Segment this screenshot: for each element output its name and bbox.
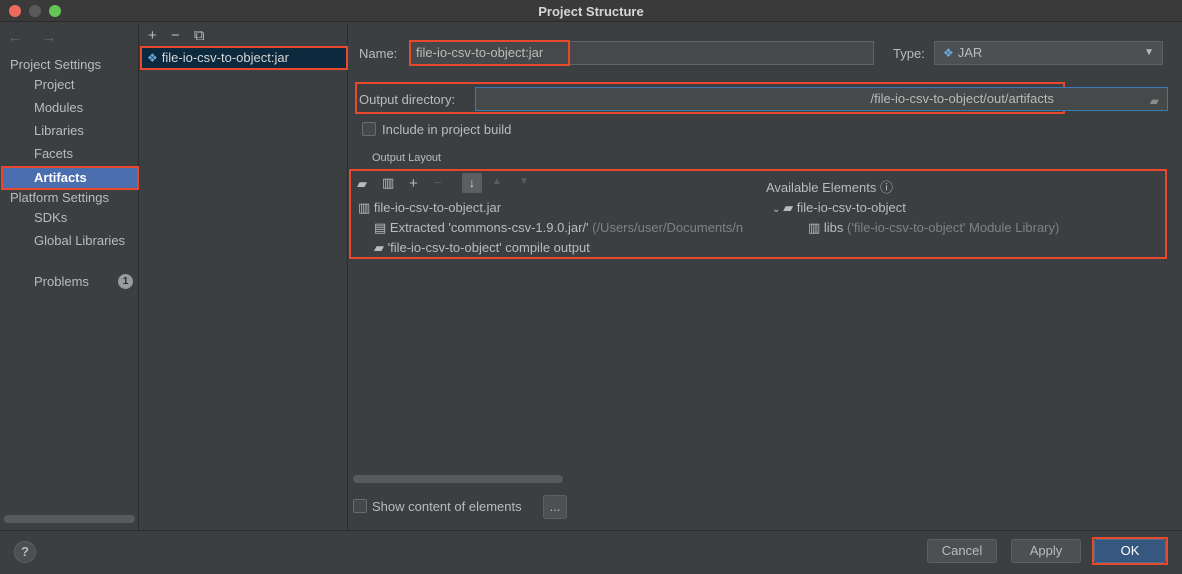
jar-artifact-icon: ❖ — [147, 51, 158, 65]
output-tree-item[interactable]: ▰ 'file-io-csv-to-object' compile output — [374, 240, 590, 256]
remove-artifact-button[interactable]: − — [171, 27, 180, 44]
available-tree-item-detail: ('file-io-csv-to-object' Module Library) — [843, 220, 1060, 235]
move-down-icon[interactable]: ▼ — [519, 176, 529, 187]
chevron-down-icon: ▼ — [1144, 47, 1154, 58]
ok-highlight — [1092, 537, 1168, 565]
available-tree-root-label: file-io-csv-to-object — [796, 200, 906, 215]
module-output-icon: ▰ — [374, 240, 388, 255]
cancel-button[interactable]: Cancel — [927, 539, 997, 563]
available-tree-root[interactable]: ⌄ ▰ file-io-csv-to-object — [772, 200, 906, 216]
output-layout-label: Output Layout — [372, 152, 442, 164]
output-tree-root[interactable]: ▥ file-io-csv-to-object.jar — [358, 200, 501, 216]
type-select[interactable]: ❖ JAR ▼ — [934, 41, 1163, 65]
sidebar-item-global-libraries[interactable]: Global Libraries — [34, 231, 125, 251]
name-label: Name: — [359, 46, 398, 61]
chevron-down-icon[interactable]: ⌄ — [772, 204, 783, 215]
output-tree-item-path: (/Users/user/Documents/n — [588, 220, 744, 235]
copy-artifact-button[interactable]: ⧉ — [194, 27, 205, 44]
include-in-build-label: Include in project build — [382, 122, 512, 137]
name-highlight — [409, 40, 570, 66]
artifact-list-item[interactable]: ❖ file-io-csv-to-object:jar — [140, 46, 348, 70]
extracted-archive-icon: ▤ — [374, 220, 390, 235]
problems-count-badge: 1 — [118, 274, 133, 289]
add-artifact-button[interactable]: + — [148, 27, 157, 44]
include-in-build-checkbox[interactable] — [362, 122, 376, 136]
sort-elements-button[interactable]: ↓ — [462, 173, 482, 193]
show-content-label: Show content of elements — [372, 499, 522, 514]
output-directory-field[interactable]: /file-io-csv-to-object/out/artifacts ▰ — [475, 87, 1168, 111]
window-title: Project Structure — [538, 4, 644, 19]
sidebar-item-modules[interactable]: Modules — [34, 98, 83, 118]
add-element-icon[interactable]: + — [409, 175, 418, 192]
available-tree-item[interactable]: ▥ libs ('file-io-csv-to-object' Module L… — [808, 220, 1059, 236]
output-layout-scrollbar[interactable] — [353, 475, 563, 483]
sidebar-item-libraries[interactable]: Libraries — [34, 121, 84, 141]
project-settings-heading: Project Settings — [10, 57, 102, 72]
artifact-details-panel: Name: file-io-csv-to-object:jar Type: ❖ J… — [349, 23, 1182, 530]
available-elements-label: Available Elements ⓘ — [766, 177, 893, 196]
sidebar-item-problems[interactable]: Problems — [34, 272, 89, 292]
back-forward-arrows[interactable]: ← → — [8, 29, 64, 45]
platform-settings-heading: Platform Settings — [10, 190, 109, 205]
type-select-value: JAR — [957, 45, 983, 60]
output-tree-item-label: Extracted 'commons-csv-1.9.0.jar/' — [389, 220, 589, 235]
remove-element-icon[interactable]: − — [434, 175, 442, 190]
output-tree-root-label: file-io-csv-to-object.jar — [373, 200, 502, 215]
settings-sidebar: ← → Project Settings Project Modules Lib… — [0, 23, 139, 530]
jar-file-icon: ▥ — [358, 200, 374, 215]
available-tree-item-label: libs — [823, 220, 844, 235]
library-icon: ▥ — [808, 220, 824, 235]
module-folder-icon: ▰ — [783, 200, 797, 215]
sidebar-item-artifacts[interactable]: Artifacts — [1, 166, 139, 190]
sidebar-item-project[interactable]: Project — [34, 75, 74, 95]
folder-icon[interactable]: ▰ — [1150, 90, 1159, 112]
sidebar-item-sdks[interactable]: SDKs — [34, 208, 67, 228]
title-bar: Project Structure — [0, 0, 1182, 22]
help-circle-icon[interactable]: ⓘ — [876, 180, 893, 195]
dialog-button-bar — [0, 530, 1182, 574]
artifact-item-label: file-io-csv-to-object:jar — [161, 50, 289, 65]
type-label: Type: — [893, 46, 925, 61]
artifacts-toolbar: + − ⧉ — [148, 27, 215, 44]
artifacts-list-panel: + − ⧉ ❖ file-io-csv-to-object:jar — [140, 23, 348, 530]
available-elements-title: Available Elements — [766, 180, 877, 195]
move-up-icon[interactable]: ▲ — [492, 176, 502, 187]
show-content-checkbox[interactable] — [353, 499, 367, 513]
help-button[interactable]: ? — [14, 541, 36, 563]
jar-type-icon: ❖ — [943, 46, 954, 60]
archive-icon[interactable]: ▥ — [382, 175, 394, 191]
sidebar-scrollbar[interactable] — [4, 515, 135, 523]
output-tree-item-label: 'file-io-csv-to-object' compile output — [387, 240, 590, 255]
output-directory-label: Output directory: — [359, 92, 456, 107]
output-layout-panel: ▰ ▥ + − ↓ ▲ ▼ ▥ file-io-csv-to-object.ja… — [349, 169, 1182, 259]
sidebar-item-facets[interactable]: Facets — [34, 144, 73, 164]
ellipsis-button[interactable]: ... — [543, 495, 567, 519]
output-tree-item[interactable]: ▤ Extracted 'commons-csv-1.9.0.jar/' (/U… — [374, 220, 766, 236]
output-directory-value: /file-io-csv-to-object/out/artifacts — [870, 91, 1054, 106]
new-folder-icon[interactable]: ▰ — [357, 176, 367, 192]
apply-button[interactable]: Apply — [1011, 539, 1081, 563]
